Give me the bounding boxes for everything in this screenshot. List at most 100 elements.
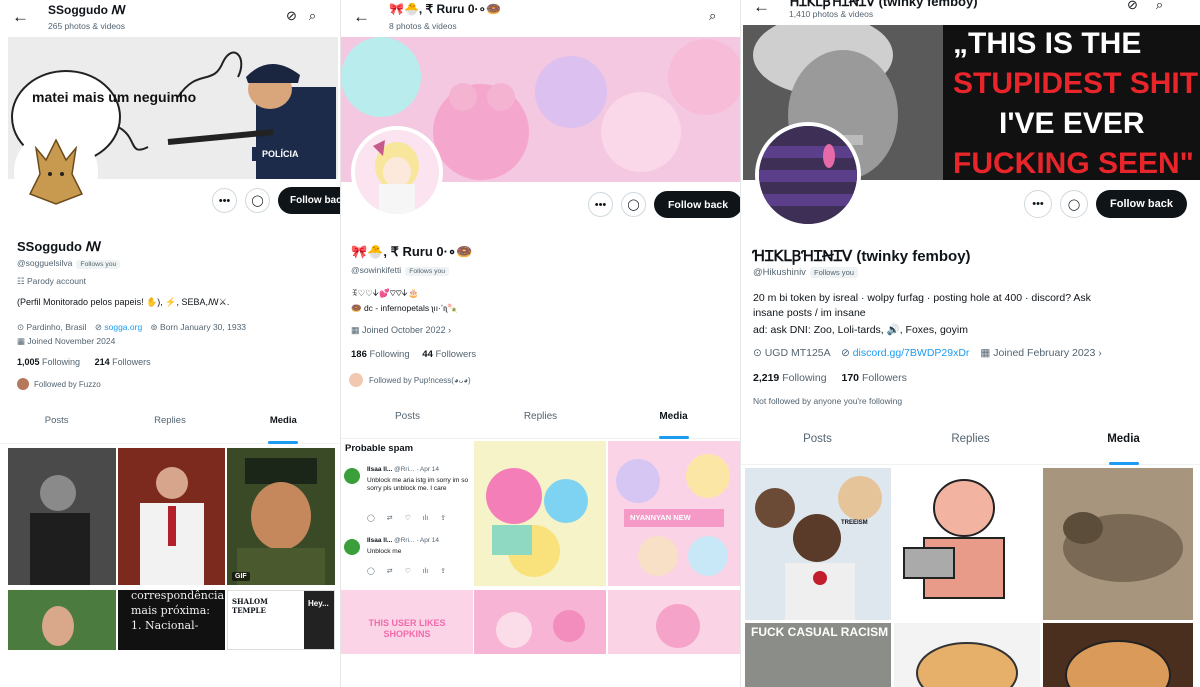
media-tile[interactable]: [1043, 623, 1193, 687]
profile-handle: @Hikushiniv: [753, 267, 806, 278]
tab-media[interactable]: Media: [607, 411, 740, 438]
media-image: [8, 448, 116, 585]
profile-panel-2: ← 🎀🐣, ₹ Ruru 0·∘🍩 8 photos & videos ⌕ ••…: [340, 0, 740, 687]
search-icon[interactable]: ⌕: [709, 8, 716, 24]
back-arrow-icon[interactable]: ←: [353, 7, 370, 27]
tab-media[interactable]: Media: [227, 415, 340, 443]
notify-icon[interactable]: ⊘: [1127, 0, 1138, 13]
following-link[interactable]: 2,219 Following: [753, 372, 827, 384]
probable-spam-card[interactable]: Probable spam Ilsaa ll... @Rri... · Apr …: [341, 441, 473, 587]
media-tile[interactable]: FUCK CASUAL RACISM: [745, 623, 891, 687]
spam-text: Unblock me: [367, 548, 402, 555]
followers-link[interactable]: 214 Followers: [95, 357, 151, 367]
search-icon[interactable]: ⌕: [309, 8, 316, 24]
header-name: 🎀🐣, ₹ Ruru 0·∘🍩: [389, 2, 501, 16]
followers-link[interactable]: 44 Followers: [422, 349, 476, 360]
followed-by-row[interactable]: Followed by Pup!ncess(◕ᴗ◕): [349, 373, 471, 387]
tab-posts[interactable]: Posts: [341, 411, 474, 438]
media-image: [474, 590, 606, 654]
media-tile[interactable]: [894, 623, 1040, 687]
media-tile[interactable]: [474, 441, 606, 586]
tab-posts[interactable]: Posts: [0, 415, 113, 443]
media-image: [474, 441, 606, 586]
followers-link[interactable]: 170 Followers: [841, 372, 906, 384]
avatar[interactable]: [14, 130, 98, 214]
tab-replies[interactable]: Replies: [474, 411, 607, 438]
followers-label: Followers: [435, 349, 477, 360]
followed-by-row[interactable]: Followed by Fuzzo: [17, 378, 101, 390]
following-link[interactable]: 186 Following: [351, 349, 410, 360]
media-tile[interactable]: [474, 590, 606, 654]
media-tile[interactable]: correspondência mais próxima: 1. Naciona…: [118, 590, 225, 650]
not-followed-text: Not followed by anyone you're following: [753, 396, 903, 406]
handle-row: @Hikushiniv Follows you: [753, 267, 859, 278]
tab-replies[interactable]: Replies: [894, 433, 1047, 464]
joined-date: Joined February 2023: [993, 347, 1096, 359]
header-icons: ⌕: [709, 8, 716, 24]
more-icon[interactable]: •••: [1024, 190, 1052, 218]
tab-replies[interactable]: Replies: [113, 415, 226, 443]
back-arrow-icon[interactable]: ←: [12, 7, 29, 27]
message-icon[interactable]: ◯: [1060, 190, 1088, 218]
media-tile[interactable]: SHALOM TEMPLE Hey...: [227, 590, 335, 650]
top-bar: ← ꞪꞮꓗꓡꞴꞪꞮꞤꞮꓦ (twinky femboy) 1,410 photo…: [741, 0, 1200, 38]
top-bar: ← SSoggudo ꟿ 265 photos & videos ⊘ ⌕: [0, 0, 340, 38]
follow-back-button[interactable]: Follow back: [1096, 190, 1187, 218]
more-icon[interactable]: •••: [588, 192, 613, 217]
media-tile[interactable]: [894, 468, 1040, 620]
spam-name: Ilsaa ll...: [367, 466, 393, 473]
spam-item[interactable]: Ilsaa ll... @Rri... · Apr 14 Unblock me …: [341, 466, 471, 526]
avatar-image: [28, 138, 84, 205]
chevron-right-icon: ›: [445, 325, 452, 335]
profile-name: 🎀🐣, ₹ Ruru 0·∘🍩: [351, 244, 473, 259]
shopkins-text: THIS USER LIKES SHOPKINS: [368, 618, 446, 639]
search-icon[interactable]: ⌕: [1156, 0, 1163, 13]
follow-counts: 1,005 Following 214 Followers: [17, 357, 151, 367]
media-image: [1043, 468, 1193, 620]
hey-text: Hey...: [308, 599, 329, 608]
media-tile[interactable]: THIS USER LIKES SHOPKINS: [341, 590, 473, 654]
handle-row: @sogguelsilva Follows you: [17, 258, 121, 269]
parody-icon: ☷: [17, 276, 27, 286]
website-link[interactable]: sogga.org: [104, 322, 142, 332]
following-count: 2,219: [753, 372, 780, 384]
profile-handle: @sowinkifetti: [351, 265, 402, 275]
media-tile[interactable]: NYANNYAN NEW: [608, 441, 740, 586]
banner-line-2: STUPIDEST SHIT: [953, 67, 1199, 100]
media-tile[interactable]: GIF: [227, 448, 335, 585]
avatar[interactable]: [351, 126, 443, 218]
media-image: [745, 468, 891, 620]
avatar[interactable]: [755, 122, 861, 228]
profile-actions: ••• ◯ Follow back: [1024, 190, 1187, 218]
joined-date: Joined November 2024: [27, 336, 116, 346]
media-tile[interactable]: [118, 448, 225, 585]
joined-date: Joined October 2022: [362, 325, 446, 335]
media-tile[interactable]: TREEISM: [745, 468, 891, 620]
followers-count: 170: [841, 372, 860, 384]
media-tile[interactable]: [8, 590, 116, 650]
more-icon[interactable]: •••: [212, 188, 237, 213]
message-icon[interactable]: ◯: [621, 192, 646, 217]
media-tile[interactable]: [1043, 468, 1193, 620]
spam-item[interactable]: Ilsaa ll... @Rri... · Apr 14 Unblock me …: [341, 537, 471, 583]
follower-avatar: [349, 373, 363, 387]
header-post-count: 1,410 photos & videos: [789, 9, 874, 19]
tab-media[interactable]: Media: [1047, 433, 1200, 464]
bio-line-3: ad: ask DNI: Zoo, Loli-tards, 🔊, Foxes, …: [753, 324, 968, 336]
website-link[interactable]: discord.gg/7BWDP29xDr: [853, 347, 970, 359]
spam-action-icons: ◯ ⇄ ♡ ılı ⇪: [367, 568, 447, 575]
followers-count: 214: [94, 357, 110, 367]
message-icon[interactable]: ◯: [245, 188, 270, 213]
follow-back-button[interactable]: Follow back: [654, 191, 740, 218]
back-arrow-icon[interactable]: ←: [753, 0, 770, 17]
media-tile[interactable]: [8, 448, 116, 585]
follow-back-button[interactable]: Follow back: [278, 187, 340, 214]
notify-icon[interactable]: ⊘: [286, 8, 297, 24]
media-tile[interactable]: [608, 590, 740, 654]
follower-avatar: [17, 378, 29, 390]
tab-posts[interactable]: Posts: [741, 433, 894, 464]
following-label: Following: [42, 357, 81, 367]
follows-you-badge: Follows you: [76, 260, 121, 269]
following-link[interactable]: 1,005 Following: [17, 357, 80, 367]
profile-panel-3: ← ꞪꞮꓗꓡꞴꞪꞮꞤꞮꓦ (twinky femboy) 1,410 photo…: [740, 0, 1200, 687]
